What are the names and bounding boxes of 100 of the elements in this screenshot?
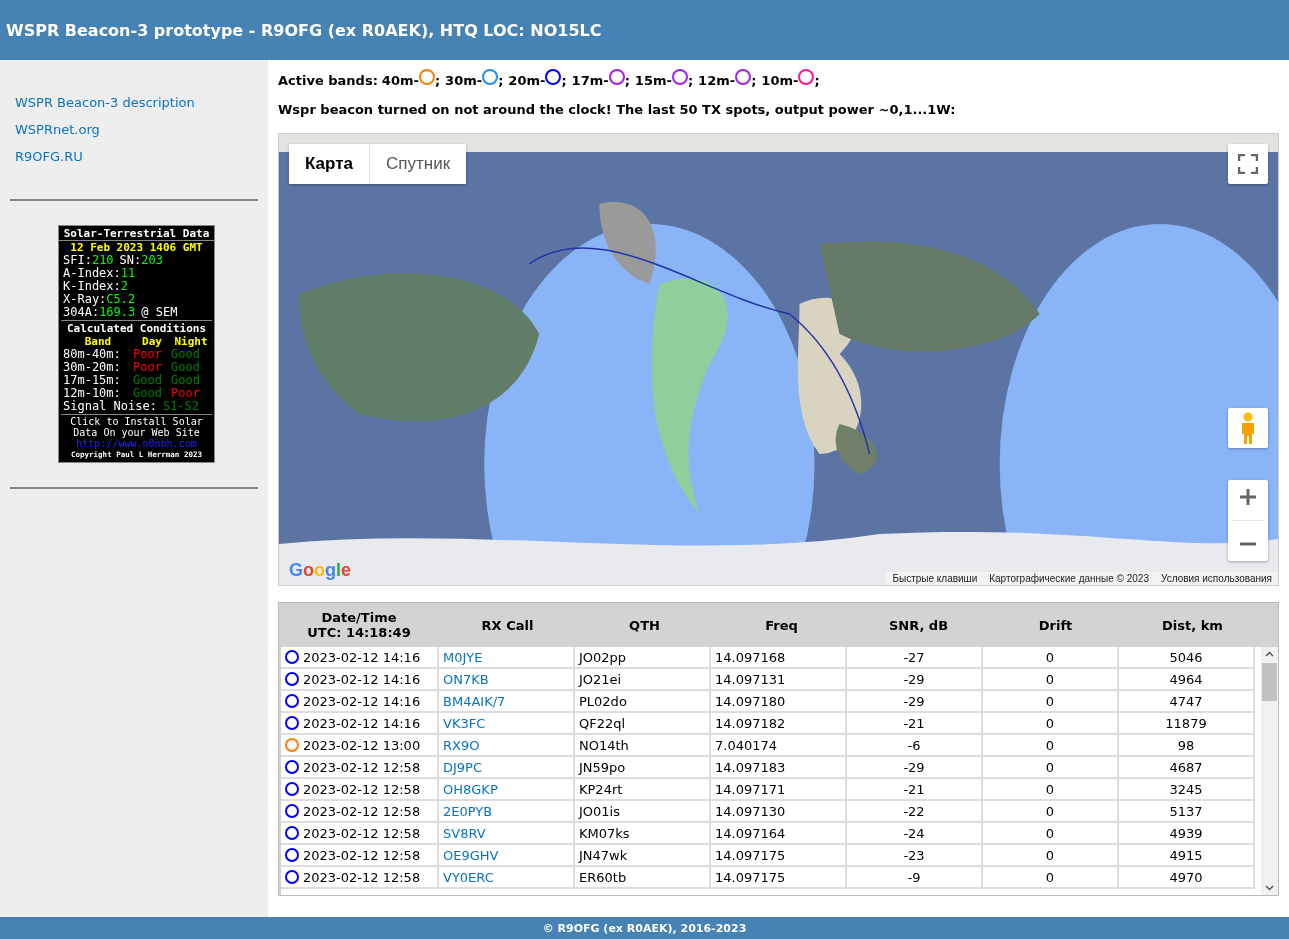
sidebar-link[interactable]: WSPRnet.org	[15, 122, 258, 137]
person-icon	[1239, 412, 1257, 444]
call-link[interactable]: RX9O	[443, 737, 480, 753]
separator-text: ;	[814, 72, 820, 88]
table-cell: 4964	[1169, 671, 1203, 687]
call-link[interactable]: OE9GHV	[443, 847, 499, 863]
map-attribution-link[interactable]: Быстрые клавиши	[886, 572, 984, 585]
map-type-tab[interactable]: Спутник	[370, 144, 467, 184]
call-link[interactable]: M0JYE	[443, 649, 483, 665]
call-link[interactable]: OH8GKP	[443, 781, 498, 797]
table-cell: 0	[1045, 869, 1055, 885]
call-link[interactable]: ON7KB	[443, 671, 489, 687]
table-cell: -29	[903, 759, 925, 775]
table-cell: 14.097130	[715, 803, 786, 819]
solar-link[interactable]: http://www.n0nbh.com	[59, 438, 214, 449]
column-header: Dist, km	[1161, 616, 1224, 635]
condition-value: Good	[171, 361, 201, 374]
solar-value: 203	[141, 254, 163, 267]
column-header: SNR, dB	[887, 616, 950, 635]
footer-text: © R9OFG (ex R0AEK), 2016-2023	[542, 921, 747, 935]
map-type-tab[interactable]: Карта	[289, 144, 370, 184]
column-header: Date/Time UTC: 14:18:49	[306, 609, 412, 642]
noise-value: S1-S2	[162, 400, 200, 413]
table-cell: 2023-02-12 12:58	[303, 869, 421, 885]
noise-label: Signal Noise:	[63, 400, 157, 413]
table-cell: 0	[1045, 825, 1055, 841]
table-cell: -23	[903, 847, 925, 863]
table-cell: 0	[1045, 671, 1055, 687]
solar-label: SFI:	[63, 254, 92, 267]
scrollbar[interactable]	[1261, 647, 1278, 895]
intro-text: Wspr beacon turned on not around the clock! The last 50 TX spots, output power ~0,1...1W:	[278, 102, 957, 117]
table-cell: -29	[903, 671, 925, 687]
table-cell: -27	[903, 649, 925, 665]
table-cell: -6	[907, 737, 921, 753]
table-cell: 14.097171	[715, 781, 786, 797]
solar-value: 11	[120, 267, 136, 280]
table-cell: 0	[1045, 649, 1055, 665]
table-cell: JO02pp	[579, 649, 627, 665]
call-link[interactable]: DJ9PC	[443, 759, 483, 775]
call-link[interactable]: VY0ERC	[443, 869, 494, 885]
scroll-thumb[interactable]	[1262, 663, 1277, 701]
conditions-header: Band	[83, 335, 113, 348]
bands-label: Active bands:	[278, 72, 378, 88]
conditions-header: Day	[141, 335, 163, 348]
table-cell: ER60tb	[579, 869, 627, 885]
scroll-down-icon[interactable]	[1265, 885, 1274, 891]
call-link[interactable]: SV8RV	[443, 825, 486, 841]
table-cell: 4747	[1169, 693, 1203, 709]
table-cell: -9	[907, 869, 921, 885]
table-cell: 2023-02-12 14:16	[303, 649, 421, 665]
page-title: WSPR Beacon-3 prototype - R9OFG (ex R0AEK), HTQ LOC: NO15LC	[6, 20, 602, 40]
table-cell: 4970	[1169, 869, 1203, 885]
table-cell: 0	[1045, 847, 1055, 863]
map-attribution-link[interactable]: Условия использования	[1155, 572, 1278, 585]
table-cell: 2023-02-12 12:58	[303, 847, 421, 863]
scroll-up-icon[interactable]	[1265, 651, 1274, 657]
install-text: Data On your Web Site	[72, 427, 201, 438]
solar-label: K-Index:	[63, 280, 121, 293]
solar-data-panel[interactable]	[58, 225, 215, 463]
table-cell: JN59po	[579, 759, 626, 775]
table-cell: 14.097182	[715, 715, 786, 731]
call-link[interactable]: 2E0PYB	[443, 803, 493, 819]
install-text: Click to Install Solar	[69, 416, 204, 427]
table-cell: JN47wk	[579, 847, 628, 863]
table-cell: JO01is	[579, 803, 620, 819]
solar-label: @ SEM	[141, 306, 178, 319]
table-cell: 14.097175	[715, 847, 786, 863]
call-link[interactable]: BM4AIK/7	[443, 693, 506, 709]
table-cell: QF22ql	[579, 715, 626, 731]
table-cell: -21	[903, 781, 925, 797]
table-cell: 5137	[1169, 803, 1203, 819]
map-attribution-link[interactable]: Картографические данные © 2023	[983, 572, 1155, 585]
table-cell: 3245	[1169, 781, 1203, 797]
table-cell: 0	[1045, 781, 1055, 797]
zoom-in-icon[interactable]	[1238, 486, 1258, 507]
separator-text: ;	[751, 72, 757, 88]
google-logo: Google	[289, 560, 352, 581]
sidebar-link[interactable]: R9OFG.RU	[15, 149, 258, 164]
table-cell: 0	[1045, 693, 1055, 709]
table-cell: 2023-02-12 12:58	[303, 803, 421, 819]
call-link[interactable]: VK3FC	[443, 715, 486, 731]
column-header: Freq	[764, 616, 799, 635]
band-name: 17m-	[571, 72, 609, 88]
fullscreen-button[interactable]	[1228, 144, 1268, 184]
column-header: QTH	[628, 616, 661, 635]
table-cell: 2023-02-12 13:00	[303, 737, 421, 753]
table-cell: 2023-02-12 12:58	[303, 825, 421, 841]
solar-label: 304A:	[63, 306, 100, 319]
separator-text: ;	[687, 72, 694, 88]
table-cell: 98	[1177, 737, 1195, 753]
table-cell: 14.097168	[715, 649, 786, 665]
band-name: 30m-	[445, 72, 483, 88]
table-cell: 7.040174	[715, 737, 778, 753]
table-cell: PL02do	[579, 693, 627, 709]
sidebar-link[interactable]: WSPR Beacon-3 description	[15, 95, 258, 110]
table-cell: 2023-02-12 14:16	[303, 693, 421, 709]
table-cell: -29	[903, 693, 925, 709]
table-cell: 14.097131	[715, 671, 786, 687]
band-name: 20m-	[508, 72, 546, 88]
conditions-header: Night	[174, 335, 209, 348]
